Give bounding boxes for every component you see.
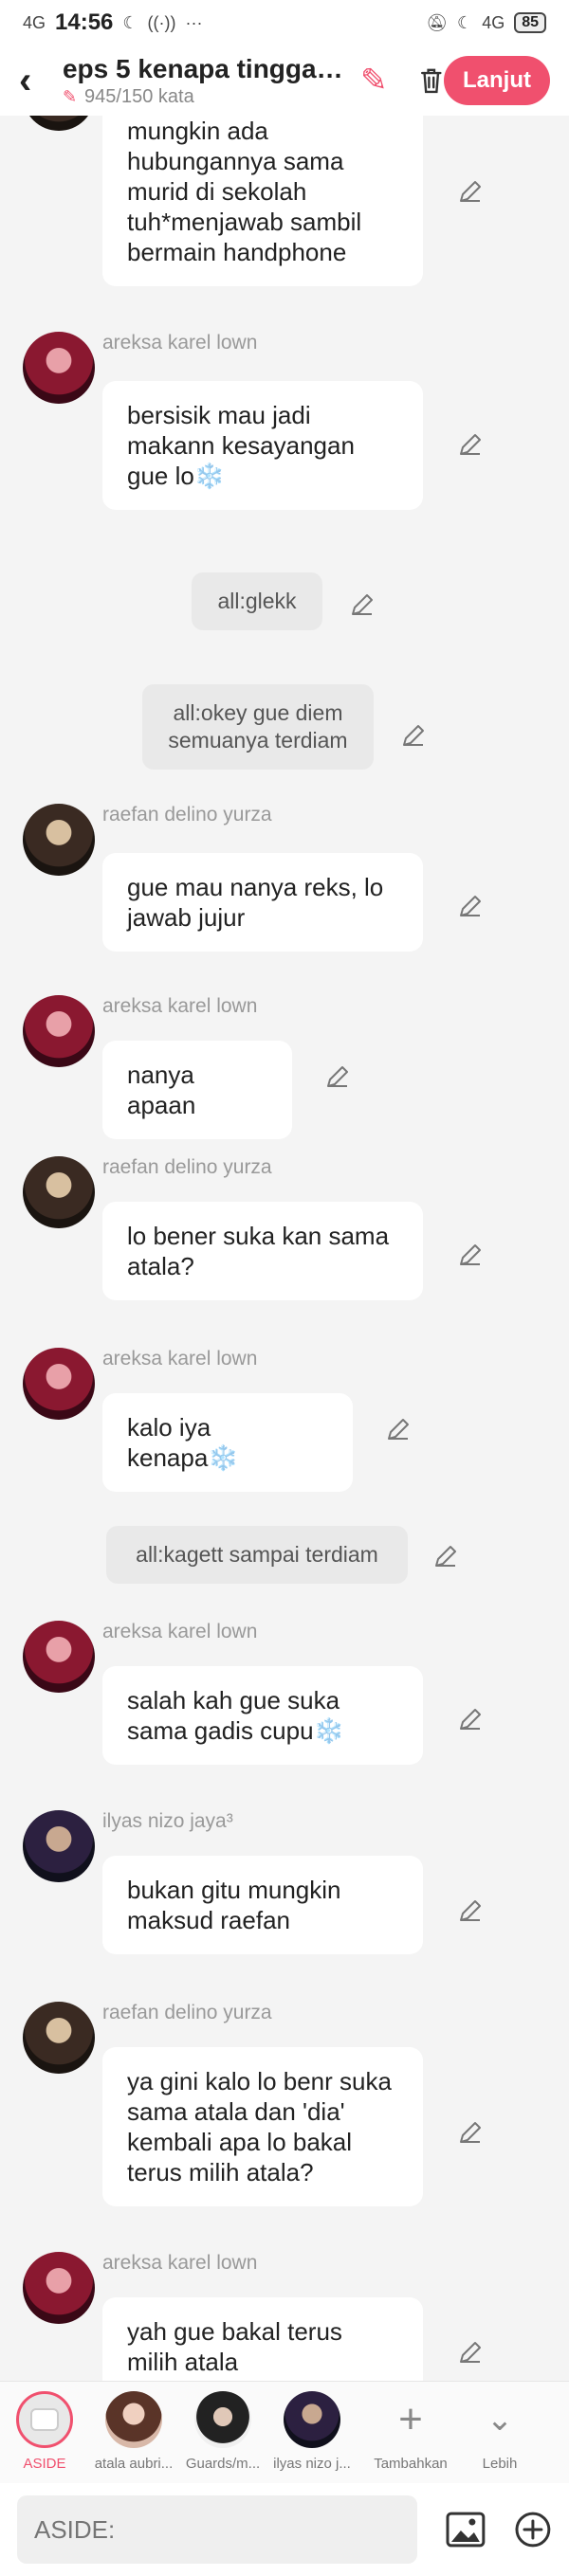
add-icon[interactable] [514,2511,552,2549]
moon-icon: ☾ [457,12,473,32]
mute-icon: 🔕︎ [426,12,449,32]
plus-icon: + [398,2396,423,2442]
message-bubble[interactable]: nanya apaan [102,1041,292,1139]
narration-bubble[interactable]: all:kagett sampai terdiam [106,1526,408,1584]
sender-name: raefan delino yurza [102,2002,272,2023]
snowflake-emoji: ❄️ [193,462,226,490]
trash-icon[interactable] [419,63,444,98]
edit-title-icon[interactable]: ✎ [360,62,388,100]
avatar[interactable] [23,995,95,1067]
edit-icon[interactable] [457,1242,484,1268]
back-icon[interactable]: ‹ [19,60,49,102]
snowflake-emoji: ❄️ [208,1443,239,1472]
avatar [194,2391,251,2448]
sender-name: areksa karel lown [102,332,258,354]
edit-icon[interactable] [457,2339,484,2366]
battery-icon: 85 [514,12,546,33]
image-icon[interactable] [446,2512,486,2548]
avatar[interactable] [23,116,95,131]
message-input[interactable] [17,2495,418,2564]
input-bar [0,2483,569,2576]
character-label: ilyas nizo j... [273,2456,351,2472]
edit-icon[interactable] [457,178,484,205]
character-label: atala aubri... [94,2456,174,2472]
narration-bubble[interactable]: all:glekk [192,572,322,630]
more-button[interactable]: ⌄ Lebih [455,2391,544,2472]
aside-icon [16,2391,73,2448]
title-block: eps 5 kenapa tinggali... ✎ 945/150 kata [63,54,347,108]
chat-area[interactable]: mungkin ada hubungannya sama murid di se… [0,116,569,2381]
message-bubble[interactable]: mungkin ada hubungannya sama murid di se… [102,116,423,286]
message-text: bersisik mau jadi makann kesayangan gue … [127,401,355,490]
avatar[interactable] [23,1810,95,1882]
avatar[interactable] [23,332,95,404]
header: ‹ eps 5 kenapa tinggali... ✎ 945/150 kat… [0,45,569,116]
edit-icon[interactable] [432,1543,459,1569]
word-count-text: 945/150 kata [84,85,194,107]
snowflake-emoji: ❄️ [313,1716,344,1745]
edit-icon[interactable] [457,1706,484,1732]
sender-name: raefan delino yurza [102,1156,272,1178]
avatar[interactable] [23,1621,95,1693]
edit-icon[interactable] [457,893,484,919]
avatar [105,2391,162,2448]
edit-icon[interactable] [457,431,484,458]
sender-name: raefan delino yurza [102,804,272,825]
message-bubble[interactable]: gue mau nanya reks, lo jawab jujur [102,853,423,952]
sender-name: areksa karel lown [102,2252,258,2274]
sender-name: ilyas nizo jaya³ [102,1810,233,1832]
avatar[interactable] [23,804,95,876]
character-atala[interactable]: atala aubri... [89,2391,178,2472]
tool-label: Tambahkan [374,2456,448,2472]
avatar[interactable] [23,2002,95,2074]
moon-icon: ☾ [122,12,138,32]
continue-button[interactable]: Lanjut [444,56,550,105]
avatar[interactable] [23,2252,95,2324]
narration-bubble[interactable]: all:okey gue diem semuanya terdiam [142,684,374,770]
edit-icon[interactable] [385,1416,412,1442]
character-bar: ASIDE atala aubri... Guards/m... ilyas n… [0,2381,569,2483]
message-bubble[interactable]: kalo iya kenapa❄️ [102,1393,353,1492]
character-ilyas[interactable]: ilyas nizo j... [267,2391,357,2472]
character-aside[interactable]: ASIDE [0,2391,89,2472]
status-bar: 4G 14:56 ☾ ((·)) ··· 🔕︎ ☾ 4G 85 [0,0,569,45]
add-character-button[interactable]: + Tambahkan [366,2391,455,2472]
tool-label: Lebih [482,2456,518,2472]
avatar[interactable] [23,1348,95,1420]
network-icon: 4G [482,12,505,32]
sender-name: areksa karel lown [102,1621,258,1642]
sender-name: areksa karel lown [102,995,258,1017]
message-bubble[interactable]: bersisik mau jadi makann kesayangan gue … [102,381,423,510]
signal-icon: 4G [23,12,46,32]
character-guards[interactable]: Guards/m... [178,2391,267,2472]
sender-name: areksa karel lown [102,1348,258,1370]
character-label: Guards/m... [185,2456,261,2472]
message-bubble[interactable]: ya gini kalo lo benr suka sama atala dan… [102,2047,423,2206]
more-dots-icon: ··· [185,12,203,32]
edit-icon[interactable] [457,1897,484,1924]
message-text: salah kah gue suka sama gadis cupu [127,1686,340,1745]
message-bubble[interactable]: bukan gitu mungkin maksud raefan [102,1856,423,1954]
pencil-icon: ✎ [62,86,78,106]
edit-icon[interactable] [324,1063,351,1090]
chevron-down-icon: ⌄ [486,2402,514,2438]
avatar [284,2391,340,2448]
edit-icon[interactable] [400,722,427,749]
avatar[interactable] [23,1156,95,1228]
message-bubble[interactable]: lo bener suka kan sama atala? [102,1202,423,1300]
status-time: 14:56 [55,9,114,35]
message-text: kalo iya kenapa [127,1413,211,1472]
edit-icon[interactable] [457,2119,484,2146]
hotspot-icon: ((·)) [147,12,176,32]
page-title: eps 5 kenapa tinggali... [62,53,347,83]
message-bubble[interactable]: salah kah gue suka sama gadis cupu❄️ [102,1666,423,1765]
word-count: ✎ 945/150 kata [63,86,347,108]
message-bubble[interactable]: yah gue bakal terus milih atala [102,2297,423,2381]
edit-icon[interactable] [349,591,376,618]
character-label: ASIDE [23,2456,66,2472]
